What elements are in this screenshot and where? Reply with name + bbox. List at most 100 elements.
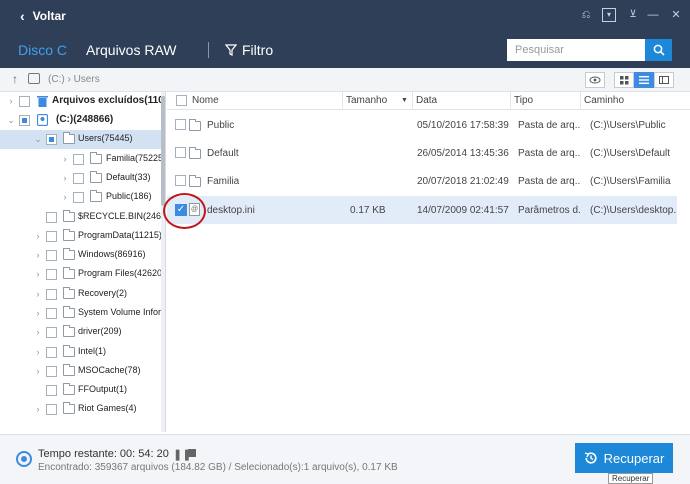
column-date[interactable]: Data bbox=[416, 95, 437, 106]
collapse-arrow-icon[interactable]: ⌄ bbox=[6, 115, 16, 125]
filter-button[interactable]: Filtro bbox=[225, 42, 273, 58]
tree-item-intel[interactable]: › Intel(1) bbox=[0, 343, 162, 362]
tree-checkbox[interactable] bbox=[19, 96, 30, 107]
column-name[interactable]: Nome bbox=[192, 95, 219, 106]
folder-icon bbox=[63, 287, 75, 299]
tree-checkbox[interactable] bbox=[46, 385, 57, 396]
search-input[interactable] bbox=[507, 39, 645, 61]
minimize-icon[interactable]: — bbox=[646, 8, 660, 22]
tree-checkbox[interactable] bbox=[46, 404, 57, 415]
breadcrumb-current[interactable]: Users bbox=[74, 74, 100, 85]
breadcrumb[interactable]: (C:) › Users bbox=[48, 74, 100, 85]
expand-arrow-icon[interactable]: › bbox=[60, 173, 70, 183]
expand-arrow-icon[interactable]: › bbox=[33, 404, 43, 414]
select-all-checkbox[interactable] bbox=[176, 95, 187, 106]
expand-arrow-icon[interactable]: › bbox=[60, 192, 70, 202]
tree-item-programdata[interactable]: › ProgramData(11215) bbox=[0, 227, 162, 246]
tree-checkbox[interactable] bbox=[19, 115, 30, 126]
detail-view-button[interactable] bbox=[654, 72, 674, 88]
column-type[interactable]: Tipo bbox=[514, 95, 533, 106]
stop-icon[interactable] bbox=[188, 449, 196, 457]
expand-arrow-icon[interactable]: › bbox=[33, 289, 43, 299]
sort-desc-icon[interactable]: ▼ bbox=[401, 97, 408, 104]
pin-icon[interactable]: ⊻ bbox=[626, 8, 640, 22]
tree-checkbox[interactable] bbox=[73, 173, 84, 184]
row-checkbox[interactable] bbox=[175, 119, 186, 130]
list-view-button[interactable] bbox=[634, 72, 654, 88]
breadcrumb-root[interactable]: (C:) bbox=[48, 74, 65, 85]
expand-arrow-icon[interactable]: › bbox=[33, 308, 43, 318]
tab-disco-c[interactable]: Disco C bbox=[18, 42, 67, 58]
tree-item-riot-games[interactable]: › Riot Games(4) bbox=[0, 400, 162, 419]
expand-arrow-icon[interactable]: › bbox=[33, 327, 43, 337]
table-row[interactable]: ✓ @ desktop.ini 0.17 KB 14/07/2009 02:41… bbox=[167, 196, 677, 224]
column-divider[interactable] bbox=[342, 92, 343, 110]
tree-checkbox[interactable] bbox=[46, 231, 57, 242]
tree-item-recovery[interactable]: › Recovery(2) bbox=[0, 285, 162, 304]
tree-item-recycle-bin[interactable]: $RECYCLE.BIN(2464) bbox=[0, 208, 165, 227]
tree-item-windows[interactable]: › Windows(86916) bbox=[0, 246, 162, 265]
tree-item-familia[interactable]: › Familia(75225) bbox=[0, 150, 165, 169]
row-checkbox[interactable] bbox=[175, 175, 186, 186]
found-summary: Encontrado: 359367 arquivos (184.82 GB) … bbox=[38, 462, 398, 473]
tree-checkbox[interactable] bbox=[46, 308, 57, 319]
tree-item-deleted-files[interactable]: › Arquivos excluídos(110 bbox=[0, 92, 164, 111]
expand-arrow-icon[interactable]: › bbox=[33, 269, 43, 279]
tree-checkbox[interactable] bbox=[46, 289, 57, 300]
close-icon[interactable]: ✕ bbox=[670, 8, 682, 22]
tree-item-default[interactable]: › Default(33) bbox=[0, 169, 162, 188]
tree-label: FFOutput(1) bbox=[78, 384, 128, 394]
tree-checkbox[interactable] bbox=[73, 154, 84, 165]
grid-view-button[interactable] bbox=[614, 72, 634, 88]
expand-arrow-icon[interactable]: › bbox=[33, 347, 43, 357]
expand-arrow-icon[interactable]: › bbox=[33, 231, 43, 241]
restore-icon[interactable]: ⎌ bbox=[579, 8, 593, 22]
column-path[interactable]: Caminho bbox=[584, 95, 624, 106]
column-size[interactable]: Tamanho bbox=[346, 95, 387, 106]
back-button[interactable]: ‹ Voltar bbox=[20, 8, 66, 24]
tree-checkbox[interactable] bbox=[46, 366, 57, 377]
table-row[interactable]: Public 05/10/2016 17:58:39 Pasta de arq.… bbox=[167, 111, 677, 139]
up-arrow-icon[interactable]: ↑ bbox=[12, 72, 18, 86]
column-divider[interactable] bbox=[412, 92, 413, 110]
history-icon bbox=[584, 452, 597, 464]
tree-label: Recovery(2) bbox=[78, 288, 128, 298]
tree-checkbox[interactable] bbox=[46, 134, 57, 145]
column-divider[interactable] bbox=[510, 92, 511, 110]
tree-checkbox[interactable] bbox=[73, 192, 84, 203]
preview-button[interactable] bbox=[585, 72, 605, 88]
table-row[interactable]: Familia 20/07/2018 21:02:49 Pasta de arq… bbox=[167, 167, 677, 195]
tree-scroll-thumb[interactable] bbox=[161, 96, 165, 206]
expand-arrow-icon[interactable]: › bbox=[6, 96, 16, 106]
expand-arrow-icon[interactable]: › bbox=[60, 154, 70, 164]
tree-checkbox[interactable] bbox=[46, 250, 57, 261]
expand-arrow-icon[interactable]: › bbox=[33, 250, 43, 260]
tree-checkbox[interactable] bbox=[46, 269, 57, 280]
table-row[interactable]: Default 26/05/2014 13:45:36 Pasta de arq… bbox=[167, 139, 677, 167]
tree-item-msocache[interactable]: › MSOCache(78) bbox=[0, 362, 162, 381]
tab-arquivos-raw[interactable]: Arquivos RAW bbox=[86, 42, 177, 58]
recover-label: Recuperar bbox=[603, 450, 665, 466]
tree-item-public[interactable]: › Public(186) bbox=[0, 188, 162, 207]
tree-item-ffoutput[interactable]: FFOutput(1) bbox=[0, 381, 162, 400]
dropdown-menu-icon[interactable]: ▾ bbox=[602, 8, 616, 22]
row-checkbox[interactable] bbox=[175, 147, 186, 158]
path-bar: ↑ (C:) › Users bbox=[0, 68, 690, 92]
collapse-arrow-icon[interactable]: ⌄ bbox=[33, 134, 43, 144]
expand-arrow-icon[interactable]: › bbox=[33, 366, 43, 376]
tree-item-users[interactable]: ⌄ Users(75445) bbox=[0, 130, 162, 149]
tree-scrollbar[interactable] bbox=[161, 92, 165, 432]
tree-checkbox[interactable] bbox=[46, 347, 57, 358]
tree-item-driver[interactable]: › driver(209) bbox=[0, 323, 162, 342]
search-button[interactable] bbox=[645, 39, 672, 61]
tree-item-system-volume[interactable]: › System Volume Inform bbox=[0, 304, 165, 323]
tree-checkbox[interactable] bbox=[46, 212, 57, 223]
tree-item-program-files[interactable]: › Program Files(42620) bbox=[0, 265, 165, 284]
column-divider[interactable] bbox=[580, 92, 581, 110]
tree-item-drive-c[interactable]: ⌄ (C:)(248866) bbox=[0, 111, 162, 130]
tree-label: Riot Games(4) bbox=[78, 403, 137, 413]
recover-button[interactable]: Recuperar bbox=[575, 443, 673, 473]
tree-checkbox[interactable] bbox=[46, 327, 57, 338]
folder-icon bbox=[63, 402, 75, 414]
checkmark-icon[interactable]: ✓ bbox=[175, 204, 187, 216]
